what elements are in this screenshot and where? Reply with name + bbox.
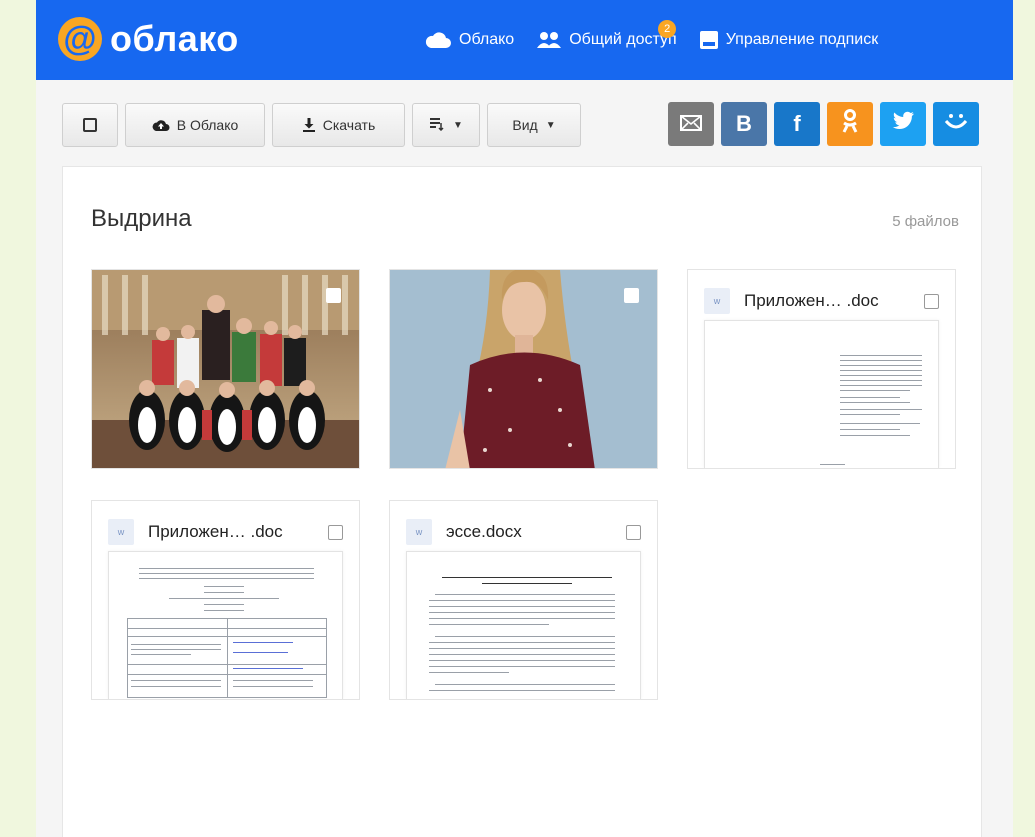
nav-cloud-label: Облако: [459, 31, 515, 48]
file-card-photo-2[interactable]: [389, 269, 658, 469]
smile-icon: [943, 111, 969, 137]
nav-shared-access[interactable]: Общий доступ 2: [536, 20, 677, 50]
folder-title: Выдрина: [91, 205, 192, 232]
word-doc-icon: w: [704, 288, 730, 314]
share-odnoklassniki-button[interactable]: [827, 102, 873, 146]
portrait-photo-thumbnail: [390, 270, 657, 468]
file-select-checkbox[interactable]: [326, 288, 341, 303]
doc-file-name: Приложен… .doc: [148, 522, 283, 541]
view-dropdown-button[interactable]: Вид ▼: [487, 103, 581, 147]
twitter-bird-icon: [891, 111, 915, 137]
nav-subscription-label: Управление подписк: [725, 31, 879, 48]
sort-dropdown-button[interactable]: ▼: [412, 103, 480, 147]
mail-icon: [680, 111, 702, 137]
cloud-icon: [424, 31, 452, 49]
logo-at-symbol: @: [58, 17, 102, 61]
download-button[interactable]: Скачать: [272, 103, 405, 147]
file-select-checkbox[interactable]: [626, 524, 641, 540]
file-count: 5 файлов: [892, 213, 959, 230]
doc-card-header: w эссе.docx: [406, 517, 641, 547]
share-vk-button[interactable]: B: [721, 102, 767, 146]
select-all-checkbox-icon: [83, 118, 97, 132]
file-card-doc-1[interactable]: w Приложен… .doc: [687, 269, 956, 469]
save-to-cloud-button[interactable]: В Облако: [125, 103, 265, 147]
select-all-button[interactable]: [62, 103, 118, 147]
cloud-upload-icon: [152, 118, 170, 132]
share-mail-button[interactable]: [668, 102, 714, 146]
sort-icon: [429, 117, 445, 134]
nav-cloud[interactable]: Облако: [424, 31, 514, 49]
file-select-checkbox[interactable]: [328, 524, 343, 540]
toolbar: В Облако Скачать ▼ Вид ▼: [62, 103, 581, 147]
doc-preview: [704, 320, 939, 468]
top-nav: Облако Общий доступ 2 Управление подписк: [424, 20, 900, 50]
download-icon: [302, 117, 316, 133]
folder-panel: Выдрина 5 файлов w Приложен… .doc w Прил…: [62, 166, 982, 837]
save-to-cloud-label: В Облако: [176, 117, 239, 133]
nav-subscription[interactable]: Управление подписк: [699, 30, 879, 50]
file-select-checkbox[interactable]: [624, 288, 639, 303]
file-card-photo-1[interactable]: [91, 269, 360, 469]
social-share-bar: B f: [668, 102, 979, 146]
doc-file-name: эссе.docx: [446, 522, 522, 541]
file-card-doc-2[interactable]: w Приложен… .doc: [91, 500, 360, 700]
doc-preview: [406, 551, 641, 699]
word-doc-icon: w: [108, 519, 134, 545]
share-facebook-button[interactable]: f: [774, 102, 820, 146]
word-doc-icon: w: [406, 519, 432, 545]
top-header: @ облако Облако Общий доступ 2 Управлени…: [36, 0, 1013, 80]
chevron-down-icon: ▼: [453, 119, 463, 131]
group-photo-thumbnail: [92, 270, 359, 468]
file-select-checkbox[interactable]: [924, 293, 939, 309]
vk-icon: B: [736, 111, 752, 136]
people-icon: [536, 30, 562, 50]
doc-card-header: w Приложен… .doc: [704, 286, 939, 316]
doc-preview: [108, 551, 343, 699]
view-label: Вид: [512, 117, 538, 133]
subscription-icon: [699, 30, 719, 50]
facebook-icon: f: [793, 111, 801, 136]
share-twitter-button[interactable]: [880, 102, 926, 146]
doc-card-header: w Приложен… .doc: [108, 517, 343, 547]
download-label: Скачать: [322, 117, 376, 133]
logo[interactable]: @ облако: [58, 14, 239, 64]
file-card-doc-3[interactable]: w эссе.docx: [389, 500, 658, 700]
logo-text: облако: [110, 18, 239, 59]
chevron-down-icon: ▼: [545, 119, 556, 131]
share-moimir-button[interactable]: [933, 102, 979, 146]
odnoklassniki-icon: [841, 108, 859, 140]
doc-file-name: Приложен… .doc: [744, 291, 879, 310]
